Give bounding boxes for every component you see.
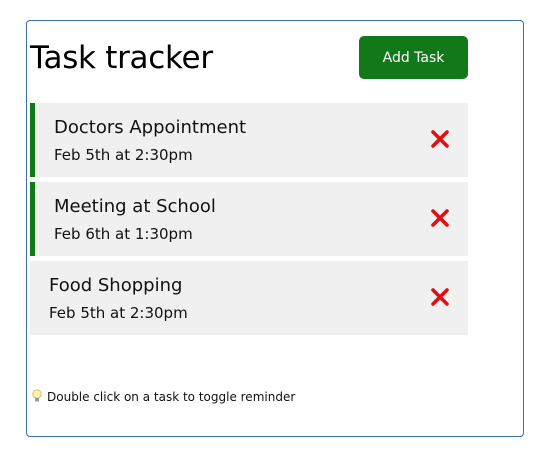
task-day: Feb 5th at 2:30pm: [49, 304, 188, 322]
delete-icon[interactable]: [430, 208, 450, 228]
task-day: Feb 6th at 1:30pm: [54, 225, 193, 243]
add-task-button[interactable]: Add Task: [359, 36, 468, 79]
delete-icon[interactable]: [430, 287, 450, 307]
task-title: Meeting at School: [54, 196, 216, 217]
hint-text: Double click on a task to toggle reminde…: [47, 390, 296, 404]
task-item[interactable]: Meeting at School Feb 6th at 1:30pm: [30, 182, 468, 256]
task-title: Doctors Appointment: [54, 117, 247, 138]
page-title: Task tracker: [30, 40, 213, 76]
header: Task tracker Add Task: [30, 36, 468, 80]
task-item[interactable]: Food Shopping Feb 5th at 2:30pm: [30, 261, 468, 335]
lightbulb-icon: [32, 389, 42, 402]
task-list: Doctors Appointment Feb 5th at 2:30pm Me…: [30, 103, 468, 340]
task-item[interactable]: Doctors Appointment Feb 5th at 2:30pm: [30, 103, 468, 177]
task-day: Feb 5th at 2:30pm: [54, 146, 193, 164]
task-title: Food Shopping: [49, 275, 183, 296]
delete-icon[interactable]: [430, 129, 450, 149]
hint-text-row: Double click on a task to toggle reminde…: [32, 389, 295, 405]
